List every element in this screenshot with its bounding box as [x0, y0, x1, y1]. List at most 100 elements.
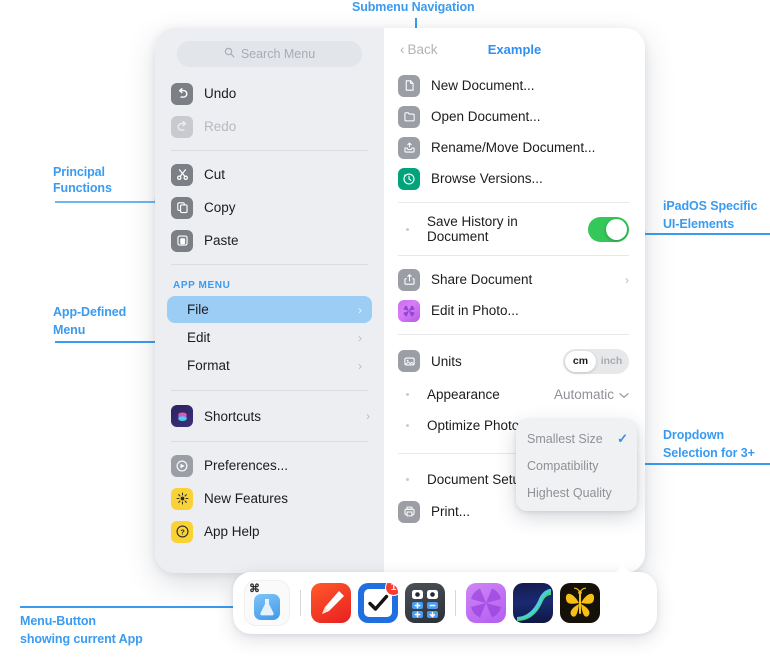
menu-item-file[interactable]: File › [167, 296, 372, 323]
gradient-app-icon[interactable] [513, 583, 553, 623]
chevron-right-icon: › [358, 302, 362, 317]
menu-divider [398, 255, 629, 256]
units-option-cm[interactable]: cm [565, 350, 596, 372]
menu-divider [398, 334, 629, 335]
toggle-knob [606, 218, 627, 240]
units-option-inch[interactable]: inch [596, 351, 627, 372]
annotation-label-menu-button-line1: Menu-Button [20, 614, 96, 628]
butterfly-app-icon[interactable] [560, 583, 600, 623]
menu-item-shortcuts[interactable]: Shortcuts › [155, 398, 384, 434]
menu-item-edit[interactable]: Edit › [167, 324, 372, 351]
annotation-line-ipados-specific [636, 233, 770, 235]
search-menu-wrapper: Search Menu [155, 28, 384, 77]
menu-item-label: File [187, 302, 209, 317]
menu-item-label: Rename/Move Document... [431, 140, 596, 155]
menu-item-app-help[interactable]: ? App Help [155, 515, 384, 548]
dropdown-item-compatibility[interactable]: Compatibility [516, 452, 637, 479]
menu-item-copy[interactable]: Copy [155, 191, 384, 224]
menu-item-label: App Help [204, 524, 260, 539]
menu-item-label: Browse Versions... [431, 171, 543, 186]
bullet-dot-icon [398, 477, 416, 481]
bullet-dot-icon [398, 227, 416, 231]
clock-arrow-icon [398, 167, 420, 190]
paste-icon [171, 229, 193, 252]
bullet-dot-icon [398, 424, 416, 427]
annotation-label-dropdown-selection-line1: Dropdown [663, 428, 724, 442]
menu-item-new-features[interactable]: New Features [155, 482, 384, 515]
back-label: Back [407, 41, 438, 57]
preferences-icon [171, 454, 193, 477]
menu-item-paste[interactable]: Paste [155, 224, 384, 257]
menu-left-column: Search Menu Undo Redo Cut Copy Paste APP… [155, 28, 384, 573]
bullet-dot-icon [398, 393, 416, 396]
menu-right-column: ‹ Back Example New Document... Open Docu… [384, 28, 645, 573]
menu-item-save-history[interactable]: Save History in Document [384, 211, 645, 247]
menu-item-units[interactable]: Units cm inch [384, 343, 645, 379]
copy-icon [171, 196, 193, 219]
menu-item-label: Share Document [431, 272, 533, 287]
menu-item-appearance[interactable]: Appearance Automatic [384, 379, 645, 410]
units-segmented-control[interactable]: cm inch [563, 348, 629, 374]
app-dock: ⌘ 1 [233, 572, 657, 634]
save-history-toggle[interactable] [588, 216, 629, 242]
annotation-line-dropdown-selection [634, 463, 770, 465]
dropdown-item-label: Highest Quality [527, 485, 612, 500]
menu-item-label: Edit [187, 330, 211, 345]
menu-item-label: Open Document... [431, 109, 541, 124]
menu-item-open-document[interactable]: Open Document... [384, 101, 645, 132]
scissors-icon [171, 163, 193, 186]
markup-app-icon[interactable] [311, 583, 351, 623]
menu-item-rename-move-document[interactable]: Rename/Move Document... [384, 132, 645, 163]
annotation-label-ipados-specific-line1: iPadOS Specific [663, 199, 758, 213]
dropdown-item-highest-quality[interactable]: Highest Quality [516, 479, 637, 506]
menu-item-format[interactable]: Format › [167, 352, 372, 379]
menu-item-label: Paste [204, 233, 239, 248]
menu-divider [398, 202, 629, 203]
optimize-photos-dropdown-popup[interactable]: Smallest Size ✓ Compatibility Highest Qu… [516, 420, 637, 511]
menu-button[interactable]: ⌘ [244, 580, 290, 626]
tasks-app-icon[interactable]: 1 [358, 583, 398, 623]
menu-item-browse-versions[interactable]: Browse Versions... [384, 163, 645, 194]
search-placeholder: Search Menu [240, 47, 316, 61]
sparkle-icon [171, 487, 193, 510]
question-mark-icon: ? [171, 520, 193, 543]
menu-item-label: Redo [204, 119, 237, 134]
menu-item-edit-in-photo[interactable]: Edit in Photo... [384, 295, 645, 326]
annotation-label-principal-functions-line2: Functions [53, 181, 112, 195]
checkmark-icon: ✓ [617, 430, 628, 446]
annotation-label-app-defined-menu-line1: App-Defined [53, 305, 127, 319]
menu-item-cut[interactable]: Cut [155, 158, 384, 191]
menu-divider [171, 264, 368, 265]
search-input[interactable]: Search Menu [177, 41, 362, 67]
menu-divider [171, 390, 368, 391]
back-button[interactable]: ‹ Back [400, 42, 438, 57]
annotation-label-submenu-navigation: Submenu Navigation [352, 0, 475, 14]
chevron-down-icon [619, 387, 629, 402]
share-icon [398, 268, 420, 291]
annotation-label-principal-functions-line1: Principal [53, 165, 105, 179]
calculator-app-icon[interactable] [405, 583, 445, 623]
rename-move-icon [398, 136, 420, 159]
dropdown-item-label: Smallest Size [527, 431, 603, 446]
menu-item-label: Format [187, 358, 230, 373]
document-icon [398, 74, 420, 97]
chevron-right-icon: › [366, 409, 370, 423]
menu-item-label: Shortcuts [204, 408, 262, 424]
photo-app-icon [398, 299, 420, 322]
appearance-dropdown[interactable]: Automatic [554, 387, 629, 402]
annotation-label-ipados-specific-line2: UI-Elements [663, 217, 735, 231]
menu-divider [171, 441, 368, 442]
undo-icon [171, 82, 193, 105]
affinity-photo-app-icon[interactable] [466, 583, 506, 623]
menu-item-undo[interactable]: Undo [155, 77, 384, 110]
menu-item-new-document[interactable]: New Document... [384, 70, 645, 101]
section-header-app-menu: APP MENU [173, 280, 231, 291]
menu-item-share-document[interactable]: Share Document › [384, 264, 645, 295]
dock-divider [300, 590, 301, 616]
menu-item-label: Preferences... [204, 458, 289, 473]
dropdown-item-smallest-size[interactable]: Smallest Size ✓ [516, 425, 637, 452]
shortcuts-icon [171, 405, 193, 427]
chevron-left-icon: ‹ [400, 41, 405, 57]
menu-item-preferences[interactable]: Preferences... [155, 449, 384, 482]
annotation-line-menu-button [20, 606, 247, 608]
